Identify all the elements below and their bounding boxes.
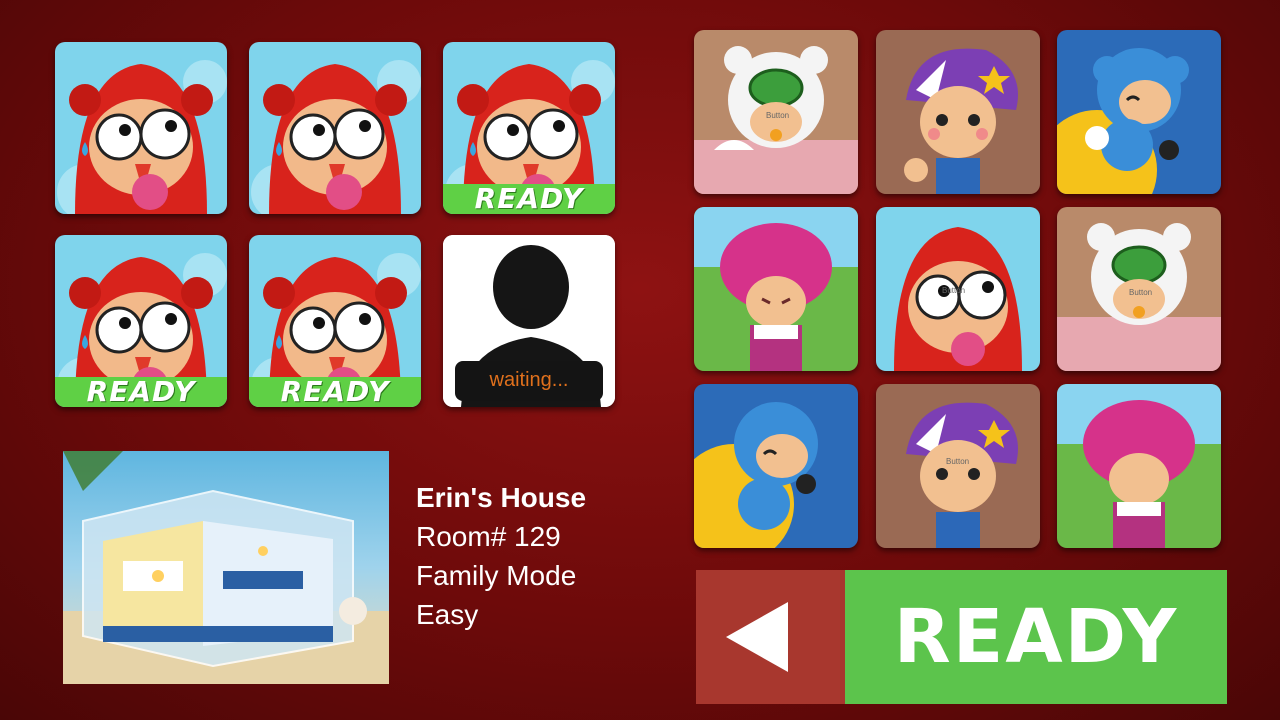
blue-suit-kid-icon	[1057, 30, 1221, 194]
room-number: Room# 129	[416, 521, 561, 552]
room-difficulty: Easy	[416, 599, 479, 630]
ready-status: READY	[443, 184, 615, 214]
character-tile[interactable]: Button	[876, 384, 1040, 548]
room-mode: Family Mode	[416, 560, 577, 591]
ready-button[interactable]: READY	[845, 570, 1227, 704]
svg-text:Button: Button	[1129, 288, 1152, 297]
player-slot: READY	[55, 235, 227, 407]
player-slot	[249, 42, 421, 214]
red-hood-kid-avatar	[249, 42, 421, 214]
player-slot	[55, 42, 227, 214]
ready-status: READY	[55, 377, 227, 407]
svg-text:Button: Button	[946, 457, 969, 466]
purple-hair-kid-icon: Button	[876, 384, 1040, 548]
character-tile[interactable]	[694, 207, 858, 371]
player-slot: READY	[249, 235, 421, 407]
svg-text:Button: Button	[942, 286, 965, 295]
character-tile[interactable]: Button	[694, 30, 858, 194]
red-hood-kid-icon: Button	[876, 207, 1040, 371]
green-helmet-kid-icon: Button	[1057, 207, 1221, 371]
pink-mushroom-kid-icon	[694, 207, 858, 371]
blue-suit-kid-icon	[694, 384, 858, 548]
svg-text:Button: Button	[766, 111, 789, 120]
character-tile[interactable]	[876, 30, 1040, 194]
character-tile[interactable]	[694, 384, 858, 548]
character-tile[interactable]: Button	[1057, 207, 1221, 371]
waiting-label: waiting...	[455, 361, 603, 401]
green-helmet-kid-icon: Button	[694, 30, 858, 194]
player-slot: READY	[443, 42, 615, 214]
back-arrow-icon	[726, 602, 788, 672]
back-button[interactable]	[696, 570, 845, 704]
purple-hair-kid-icon	[876, 30, 1040, 194]
ready-status: READY	[249, 377, 421, 407]
character-tile[interactable]: Button	[876, 207, 1040, 371]
character-tile[interactable]	[1057, 30, 1221, 194]
room-preview-image	[63, 451, 389, 684]
room-name: Erin's House	[416, 482, 587, 513]
player-slot-waiting: waiting...	[443, 235, 615, 407]
character-tile[interactable]	[1057, 384, 1221, 548]
red-hood-kid-avatar	[55, 42, 227, 214]
room-info: Erin's House Room# 129 Family Mode Easy	[416, 478, 586, 634]
pink-mushroom-kid-icon	[1057, 384, 1221, 548]
